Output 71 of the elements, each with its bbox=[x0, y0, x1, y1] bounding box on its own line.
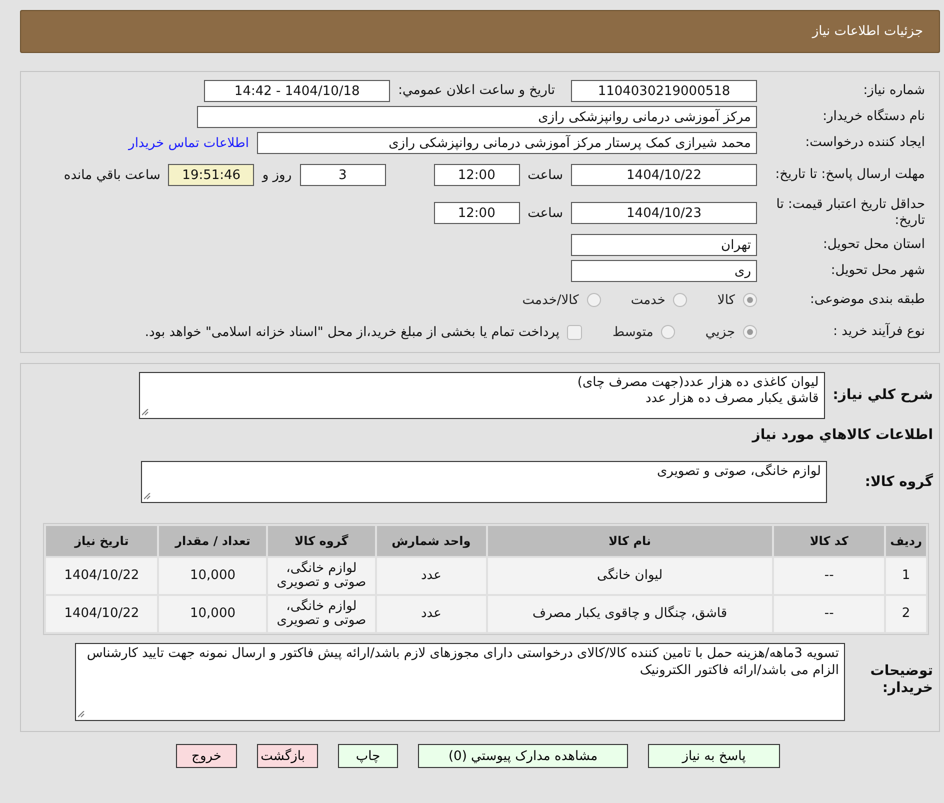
field-label: ساعت bbox=[528, 168, 563, 182]
goods-group-field: لوازم خانگی، صوتی و تصویری bbox=[141, 461, 827, 504]
requester-field: محمد شیرازی کمک پرستار مرکز آموزشی درمانی روانپزشکی رازی bbox=[257, 132, 757, 154]
table-cell: لوازم خانگی، صوتی و تصویری bbox=[268, 596, 375, 632]
resize-grip-icon bbox=[78, 711, 85, 718]
action-button[interactable]: پاسخ به نياز bbox=[648, 744, 780, 768]
field-label: استان محل تحويل: bbox=[822, 237, 925, 253]
column-header: تعداد / مقدار bbox=[159, 526, 266, 556]
column-header: گروه کالا bbox=[268, 526, 375, 556]
reply-date-field: 1404/10/22 bbox=[571, 164, 757, 186]
need-number-field: 1104030219000518 bbox=[571, 80, 757, 102]
province-field: تهران bbox=[571, 234, 757, 256]
action-button[interactable]: چاپ bbox=[338, 744, 398, 768]
table-cell: -- bbox=[774, 596, 884, 632]
field-label: گروه کالا: bbox=[864, 474, 933, 491]
field-label: نام دستگاه خريدار: bbox=[822, 109, 925, 125]
field-label: طبقه بندی موضوعی: bbox=[808, 292, 925, 308]
resize-grip-icon bbox=[144, 493, 151, 500]
announce-date-field: 1404/10/18 - 14:42 bbox=[204, 80, 390, 102]
action-button[interactable]: مشاهده مدارک پيوستي (0) bbox=[418, 744, 628, 768]
validity-time-field: 12:00 bbox=[434, 202, 520, 224]
radio-option[interactable]: کالا/خدمت bbox=[522, 292, 601, 308]
buyer-org-field: مرکز آموزشی درمانی روانپزشکی رازی bbox=[197, 106, 757, 128]
days-field: 3 bbox=[300, 164, 386, 186]
field-label: شماره نیاز: bbox=[862, 83, 925, 99]
table-cell: عدد bbox=[376, 558, 486, 594]
column-header: رديف bbox=[886, 526, 926, 556]
field-label: شرح کلي نياز: bbox=[832, 386, 933, 404]
field-label: شهر محل تحويل: bbox=[830, 263, 925, 279]
section-title: اطلاعات کالاهاي مورد نياز bbox=[750, 426, 933, 444]
validity-date-field: 1404/10/23 bbox=[571, 202, 757, 224]
table-cell: عدد bbox=[376, 596, 486, 632]
field-label: نوع فرآیند خرید : bbox=[832, 324, 925, 340]
description-field: لیوان کاغذی ده هزار عدد(جهت مصرف چای) قاشق یکبار مصرف ده هزار عدد bbox=[138, 372, 825, 418]
table-cell: 1404/10/22 bbox=[46, 558, 158, 594]
checkbox[interactable] bbox=[567, 324, 582, 340]
table-cell: قاشق، چنگال و چاقوی یکبار مصرف bbox=[488, 596, 772, 632]
radio-option[interactable]: متوسط bbox=[612, 324, 676, 340]
field-label: ساعت bbox=[528, 206, 563, 220]
field-label: توضيحات خريدار: bbox=[869, 663, 933, 697]
field-label: تاریخ و ساعت اعلان عمومي: bbox=[398, 83, 555, 99]
action-button[interactable]: خروج bbox=[176, 744, 237, 768]
field-label: مهلت ارسال پاسخ: تا تاريخ: bbox=[774, 167, 925, 183]
resize-grip-icon bbox=[142, 408, 149, 416]
table-cell: لوازم خانگی، صوتی و تصویری bbox=[268, 558, 375, 594]
table-cell: لیوان خانگی bbox=[488, 558, 772, 594]
field-label: روز و bbox=[262, 168, 292, 182]
field-label: ساعت باقي مانده bbox=[64, 168, 160, 182]
reply-time-field: 12:00 bbox=[434, 164, 520, 186]
table-cell: 10,000 bbox=[159, 596, 266, 632]
column-header: تاريخ نياز bbox=[46, 526, 158, 556]
radio-option[interactable]: خدمت bbox=[630, 292, 688, 308]
buyer-contact-link[interactable]: اطلاعات تماس خريدار bbox=[128, 136, 249, 150]
remaining-time-field: 19:51:46 bbox=[168, 164, 254, 186]
table-cell: 10,000 bbox=[159, 558, 266, 594]
column-header: کد کالا bbox=[774, 526, 884, 556]
table-cell: 1404/10/22 bbox=[46, 596, 158, 632]
field-label: ايجاد کننده درخواست: bbox=[804, 135, 925, 151]
table-cell: 1 bbox=[886, 558, 926, 594]
table-cell: 2 bbox=[886, 596, 926, 632]
column-header: واحد شمارش bbox=[376, 526, 486, 556]
action-button[interactable]: بازگشت bbox=[257, 744, 318, 768]
radio-option[interactable]: کالا bbox=[717, 292, 757, 308]
column-header: نام کالا bbox=[488, 526, 772, 556]
radio-option[interactable]: جزيي bbox=[705, 324, 757, 340]
payment-note: پرداخت تمام يا بخشی از مبلغ خريد،از محل "اسناد خزانه اسلامی" خواهد بود. bbox=[144, 324, 560, 340]
city-field: ری bbox=[571, 260, 757, 282]
buyer-notes-field: تسویه 3ماهه/هزینه حمل با تامین کننده کالا/کالای درخواستی دارای مجوزهای لازم باشد/ارائه پیش فاکتور و ارسال نمونه جهت تایید کارشناس الزام می باشد/ارائه فاکتور الکترونیک bbox=[75, 643, 845, 722]
table-cell: -- bbox=[774, 558, 884, 594]
field-label: حداقل تاريخ اعتبار قيمت: تا تاريخ: bbox=[775, 197, 925, 229]
page-header: جزئیات اطلاعات نیاز bbox=[20, 10, 940, 53]
